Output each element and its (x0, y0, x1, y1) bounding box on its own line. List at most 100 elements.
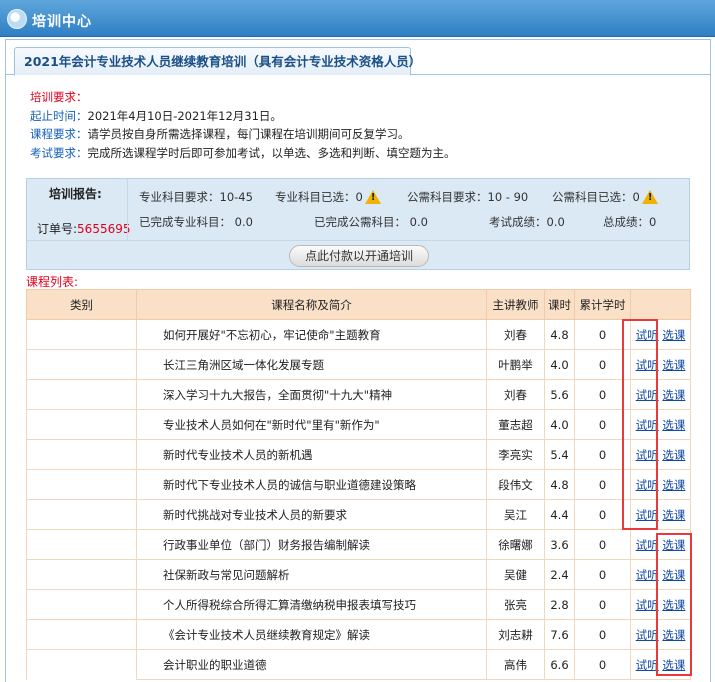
tab-bar: 2021年会计专业技术人员继续教育培训（具有会计专业技术资格人员） (6, 44, 710, 76)
order-number-value: 5655695 (77, 222, 131, 236)
teacher-cell: 段伟文 (486, 469, 545, 500)
hours-cell: 6.6 (544, 649, 575, 680)
table-row: 新时代下专业技术人员的诚信与职业道德建设策略 段伟文 4.8 0 试听 选课 (26, 469, 691, 500)
course-table-body: 如何开展好"不忘初心，牢记使命"主题教育 刘春 4.8 0 试听 选课 长江三角洲区域一体… (26, 319, 691, 680)
requirement-value: 请学员按自身所需选择课程，每门课程在培训期间可反复学习。 (87, 127, 410, 141)
pub-selected-wrap: 公需科目已选：0 (552, 189, 658, 205)
course-name: 《会计专业技术人员继续教育规定》解读 (136, 619, 487, 650)
accumulated-cell: 0 (574, 529, 631, 560)
pro-selected-wrap: 专业科目已选：0 (275, 189, 381, 205)
report-separator (27, 240, 689, 241)
select-course-link[interactable]: 选课 (662, 418, 685, 432)
requirement-value: 2021年4月10日-2021年12月31日。 (87, 108, 282, 123)
requirement-value: 完成所选课程学时后即可参加考试，以单选、多选和判断、填空题为主。 (87, 145, 456, 160)
teacher-cell: 刘志耕 (486, 619, 545, 650)
select-course-link[interactable]: 选课 (662, 448, 685, 462)
course-name: 如何开展好"不忘初心，牢记使命"主题教育 (136, 319, 487, 350)
pay-button[interactable]: 点此付款以开通培训 (289, 245, 429, 267)
hours-cell: 5.6 (544, 379, 575, 410)
window-title: 培训中心 (32, 14, 92, 30)
table-row: 《会计专业技术人员继续教育规定》解读 刘志耕 7.6 0 试听 选课 (26, 619, 691, 650)
tab-training-program[interactable]: 2021年会计专业技术人员继续教育培训（具有会计专业技术资格人员） (14, 47, 421, 76)
select-course-link[interactable]: 选课 (662, 478, 685, 492)
teacher-cell: 张亮 (486, 589, 545, 620)
requirement-dates: 起止时间：2021年4月10日-2021年12月31日。 (30, 107, 710, 126)
teacher-cell: 刘春 (486, 379, 545, 410)
category-cell (26, 439, 137, 470)
requirement-label: 课程要求： (30, 127, 88, 141)
table-row: 新时代专业技术人员的新机遇 李亮实 5.4 0 试听 选课 (26, 439, 691, 470)
table-row: 深入学习十九大报告，全面贯彻"十九大"精神 刘春 5.6 0 试听 选课 (26, 379, 691, 410)
hours-cell: 4.8 (544, 319, 575, 350)
course-name: 新时代下专业技术人员的诚信与职业道德建设策略 (136, 469, 487, 500)
hours-cell: 7.6 (544, 619, 575, 650)
pro-selected: 专业科目已选：0 (275, 190, 363, 204)
teacher-cell: 刘春 (486, 319, 545, 350)
course-name: 新时代专业技术人员的新机遇 (136, 439, 487, 470)
requirements-header: 培训要求： (30, 90, 88, 104)
report-label: 培训报告: (49, 187, 102, 201)
training-panel: 2021年会计专业技术人员继续教育培训（具有会计专业技术资格人员） 培训要求： … (5, 39, 711, 682)
category-cell (26, 619, 137, 650)
table-row: 长江三角洲区域一体化发展专题 叶鹏举 4.0 0 试听 选课 (26, 349, 691, 380)
highlight-box-audit (622, 319, 658, 530)
category-cell (26, 379, 137, 410)
header-accumulated: 累计学时 (574, 289, 631, 320)
category-cell (26, 589, 137, 620)
training-requirements: 培训要求： 起止时间：2021年4月10日-2021年12月31日。 课程要求：… (30, 88, 710, 162)
training-report: 培训报告: 订单号:5655695 专业科目要求：10-45 专业科目已选：0 … (26, 178, 690, 270)
category-cell (26, 409, 137, 440)
category-cell (26, 469, 137, 500)
select-course-link[interactable]: 选课 (662, 328, 685, 342)
teacher-cell: 吴江 (486, 499, 545, 530)
table-row: 行政事业单位（部门）财务报告编制解读 徐曙娜 3.6 0 试听 选课 (26, 529, 691, 560)
course-name: 深入学习十九大报告，全面贯彻"十九大"精神 (136, 379, 487, 410)
hours-cell: 3.6 (544, 529, 575, 560)
hours-cell: 2.4 (544, 559, 575, 590)
app-logo-icon (7, 9, 27, 29)
accumulated-cell: 0 (574, 589, 631, 620)
pub-done: 已完成公需科目： 0.0 (314, 215, 428, 229)
hours-cell: 4.8 (544, 469, 575, 500)
requirement-course: 课程要求：请学员按自身所需选择课程，每门课程在培训期间可反复学习。 (30, 125, 710, 144)
course-name: 长江三角洲区域一体化发展专题 (136, 349, 487, 380)
category-cell (26, 559, 137, 590)
teacher-cell: 董志超 (486, 409, 545, 440)
course-name: 专业技术人员如何在"新时代"里有"新作为" (136, 409, 487, 440)
exam-score: 考试成绩：0.0 (489, 215, 565, 229)
category-cell (26, 529, 137, 560)
total-score: 总成绩：0 (603, 215, 657, 229)
hours-cell: 5.4 (544, 439, 575, 470)
title-bar: 培训中心 (0, 0, 715, 37)
order-number: 订单号:5655695 (37, 220, 131, 237)
course-list-label: 课程列表: (26, 275, 79, 289)
category-cell (26, 349, 137, 380)
table-row: 会计职业的职业道德 高伟 6.6 0 试听 选课 (26, 649, 691, 680)
teacher-cell: 李亮实 (486, 439, 545, 470)
table-row: 专业技术人员如何在"新时代"里有"新作为" 董志超 4.0 0 试听 选课 (26, 409, 691, 440)
warning-icon (641, 190, 658, 204)
category-cell (26, 499, 137, 530)
hours-cell: 4.0 (544, 349, 575, 380)
accumulated-cell: 0 (574, 619, 631, 650)
header-teacher: 主讲教师 (486, 289, 545, 320)
pro-done: 已完成专业科目： 0.0 (139, 215, 253, 229)
table-row: 如何开展好"不忘初心，牢记使命"主题教育 刘春 4.8 0 试听 选课 (26, 319, 691, 350)
teacher-cell: 叶鹏举 (486, 349, 545, 380)
pro-required: 专业科目要求：10-45 (139, 190, 253, 204)
category-cell (26, 319, 137, 350)
course-name: 会计职业的职业道德 (136, 649, 487, 680)
table-header-row: 类别 课程名称及简介 主讲教师 课时 累计学时 (26, 289, 691, 320)
select-course-link[interactable]: 选课 (662, 508, 685, 522)
header-hours: 课时 (544, 289, 575, 320)
select-course-link[interactable]: 选课 (662, 388, 685, 402)
teacher-cell: 吴健 (486, 559, 545, 590)
course-name: 新时代挑战对专业技术人员的新要求 (136, 499, 487, 530)
warning-icon (364, 190, 381, 204)
order-label: 订单号: (37, 222, 78, 236)
table-row: 个人所得税综合所得汇算清缴纳税申报表填写技巧 张亮 2.8 0 试听 选课 (26, 589, 691, 620)
course-name: 社保新政与常见问题解析 (136, 559, 487, 590)
header-category: 类别 (26, 289, 137, 320)
highlight-box-select (656, 533, 692, 676)
select-course-link[interactable]: 选课 (662, 358, 685, 372)
